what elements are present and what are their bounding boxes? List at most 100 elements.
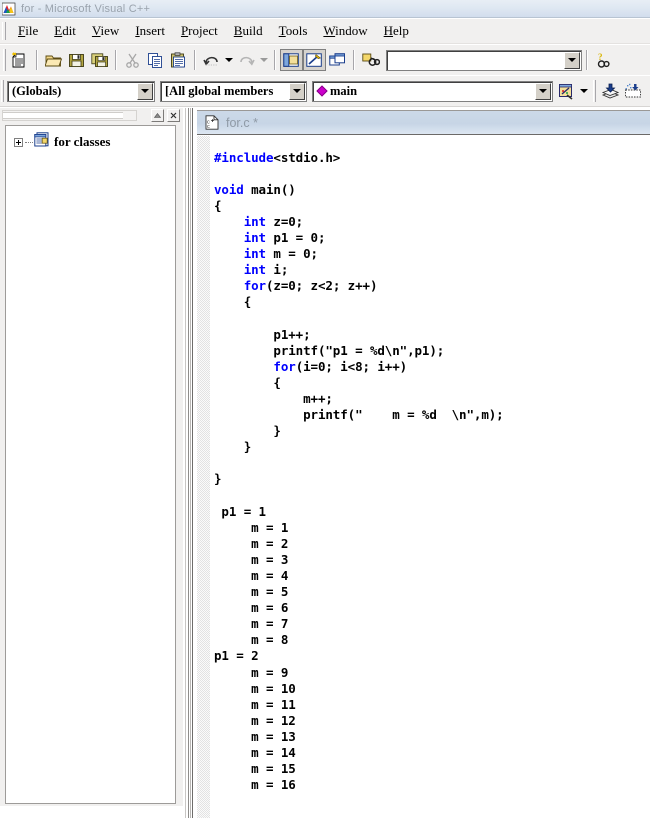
code-token: m = 9 [214,664,289,680]
menu-accelerator: E [54,23,63,38]
workspace-pane: for classes [0,108,183,806]
cut-icon[interactable] [121,49,144,71]
code-token: printf(" m = %d \n",m); [214,407,504,422]
toolbar-drag-grip[interactable] [3,49,6,71]
code-token: m = 4 [214,567,289,583]
code-token: m = 13 [214,728,296,744]
new-text-file-icon[interactable] [9,49,32,71]
find-dropdown-arrow-icon[interactable] [564,51,580,69]
menu-accelerator: H [383,23,394,38]
expand-plus-icon[interactable] [14,137,23,147]
code-token: int [243,229,266,245]
globals-combo-value: (Globals) [12,83,62,98]
compile-icon[interactable] [599,80,622,102]
build-icon[interactable] [622,80,645,102]
undo-icon[interactable] [200,49,223,71]
code-token: printf("p1 = %d\n",p1); [214,342,445,358]
code-token: int [243,246,266,262]
menu-item-tools[interactable]: Tools [271,21,316,41]
tree-connector-line [25,141,33,143]
output-icon[interactable] [303,49,326,71]
redo-dropdown-arrow-icon[interactable] [258,49,270,71]
c-source-file-icon: c c [205,115,220,130]
class-view-folder-icon [34,132,50,152]
code-token: void [214,181,244,197]
wizardbar-dropdown-arrow-icon[interactable] [578,80,590,102]
code-token: m = 3 [214,551,289,567]
code-token: p1++; [214,326,311,342]
menu-item-build[interactable]: Build [226,21,271,41]
menu-item-help[interactable]: Help [376,21,417,41]
menu-item-label: indow [335,23,368,38]
code-token: m = 7 [214,616,289,632]
menu-item-edit[interactable]: Edit [46,21,84,41]
minimize-pane-button[interactable] [151,109,164,122]
search-help-icon[interactable]: ? [592,49,615,71]
code-token: i; [265,262,289,278]
copy-icon[interactable] [144,49,167,71]
globals-combo[interactable]: (Globals) [7,80,155,102]
wizardbar-drag-grip[interactable] [1,80,4,102]
code-token: z=0; [265,213,304,229]
source-code-text[interactable]: #include<stdio.h> void main() { int z=0;… [214,150,650,806]
code-token: <stdio.h> [273,149,341,165]
editor-selection-margin[interactable] [197,136,211,818]
menu-item-window[interactable]: Window [315,21,375,41]
build-toolbar-drag-grip[interactable] [593,80,596,102]
menu-item-insert[interactable]: Insert [127,21,173,41]
find-in-files-icon[interactable] [359,49,382,71]
title-bar: for - Microsoft Visual C++ [0,0,650,18]
undo-dropdown-arrow-icon[interactable] [223,49,235,71]
workspace-horizontal-scrollbar[interactable] [2,110,137,121]
window-list-icon[interactable] [326,49,349,71]
menu-drag-grip[interactable] [2,22,6,40]
visual-cpp-app-icon [1,2,16,16]
menu-item-project[interactable]: Project [173,21,226,41]
members-combo[interactable]: [All global members [160,80,307,102]
redo-icon[interactable] [235,49,258,71]
menu-item-label: uild [242,23,263,38]
save-all-icon[interactable] [88,49,111,71]
code-token: { [214,197,222,213]
editor-tab-bar: c c for.c * [197,110,650,135]
symbol-combo-arrow-icon[interactable] [535,82,551,100]
svg-text:c: c [207,124,210,130]
code-token: m = 11 [214,696,296,712]
tree-item-for-classes[interactable]: for classes [6,132,175,152]
toolbar-separator [36,50,38,70]
code-token: p1 = 2 [214,648,259,664]
paste-icon[interactable] [167,49,190,71]
window-title: for - Microsoft Visual C++ [21,2,151,15]
find-input[interactable] [386,49,582,71]
menu-item-view[interactable]: View [84,21,127,41]
code-editor[interactable]: #include<stdio.h> void main() { int z=0;… [197,136,650,818]
workspace-scrollbar-thumb[interactable] [3,112,123,119]
toolbar-separator [115,50,117,70]
menu-item-label: ools [285,23,308,38]
workspace-icon[interactable] [280,49,303,71]
globals-combo-arrow-icon[interactable] [137,82,153,100]
menu-item-file[interactable]: File [10,21,46,41]
symbol-combo[interactable]: main [312,80,553,102]
toolbar-separator [194,50,196,70]
code-token: (z=0; z<2; z++) [265,278,378,294]
wizardbar-action-icon[interactable] [555,80,578,102]
class-view-tree[interactable]: for classes [5,125,176,804]
open-icon[interactable] [42,49,65,71]
menu-item-label: roject [188,23,218,38]
editor-tab-label[interactable]: for.c * [226,116,258,130]
code-token: m = 6 [214,600,289,616]
save-icon[interactable] [65,49,88,71]
magenta-diamond-icon [316,85,328,97]
toolbar-separator [586,50,588,70]
close-pane-button[interactable] [167,109,180,122]
visual-cpp-window: for - Microsoft Visual C++ File Edit Vie… [0,0,650,818]
code-token: m = 16 [214,777,296,793]
code-token: m = 8 [214,632,289,648]
pane-splitter[interactable] [183,108,197,818]
members-combo-arrow-icon[interactable] [289,82,305,100]
